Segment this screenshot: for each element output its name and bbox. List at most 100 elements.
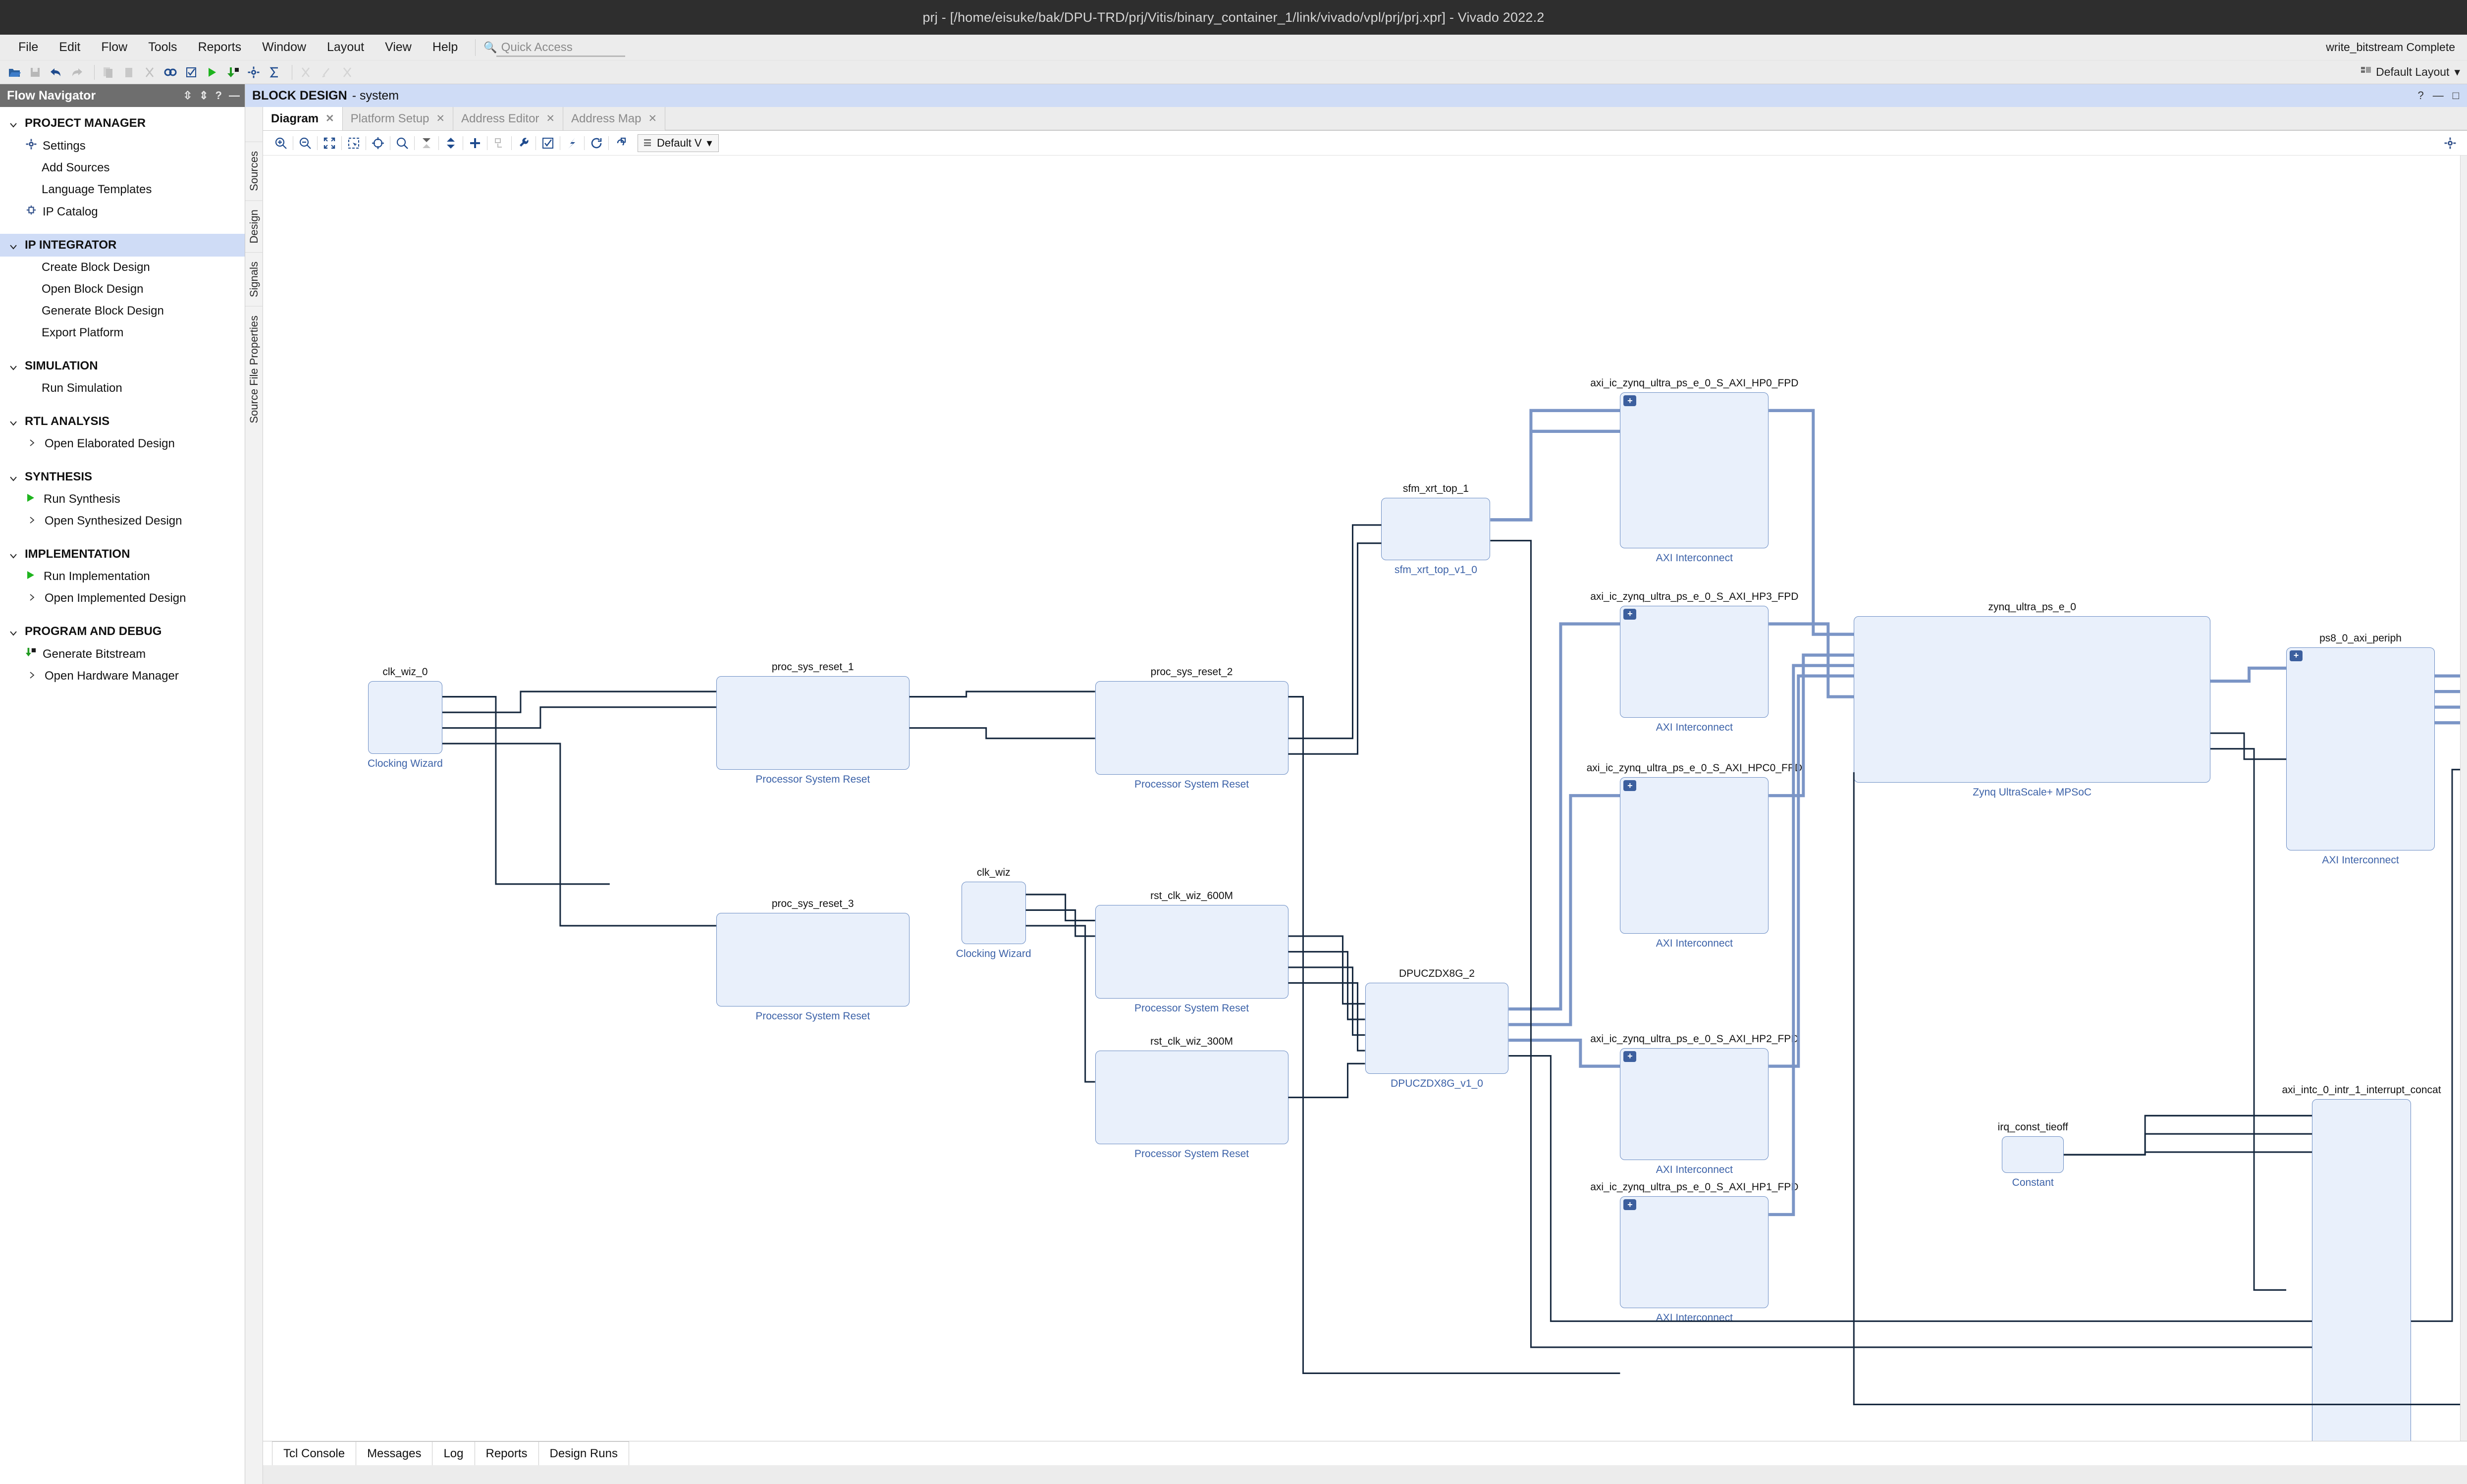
block-body[interactable] (1381, 498, 1490, 560)
block-body[interactable] (1854, 616, 2210, 783)
zoom-in-icon[interactable] (272, 134, 290, 152)
block-intr_concat[interactable]: axi_intc_0_intr_1_interrupt_concatConcat (2312, 1099, 2411, 1441)
collapse-all-icon[interactable] (418, 134, 435, 152)
generate-bitstream-icon[interactable] (224, 64, 241, 81)
menu-flow[interactable]: Flow (91, 40, 138, 54)
checkbox-icon[interactable] (183, 64, 200, 81)
validate-design-icon[interactable] (539, 134, 557, 152)
menu-window[interactable]: Window (252, 40, 317, 54)
sidebar-item-generate-block-design[interactable]: Generate Block Design (0, 300, 245, 322)
block-rst_clk_wiz_300M[interactable]: rst_clk_wiz_300MProcessor System Reset (1095, 1051, 1288, 1144)
close-icon[interactable]: ✕ (546, 112, 555, 125)
search-icon[interactable] (393, 134, 411, 152)
minimize-icon[interactable]: — (2433, 89, 2444, 102)
block-body[interactable] (716, 676, 910, 770)
flownav-group-ip-integrator[interactable]: IP INTEGRATOR (0, 234, 245, 257)
close-icon[interactable]: ✕ (648, 112, 657, 125)
block-axi_ic_hp0[interactable]: axi_ic_zynq_ultra_ps_e_0_S_AXI_HP0_FPDAX… (1620, 392, 1769, 548)
copy-icon[interactable] (100, 64, 116, 81)
run-icon[interactable] (204, 64, 220, 81)
sidebar-item-export-platform[interactable]: Export Platform (0, 322, 245, 344)
block-irq_const_tieoff[interactable]: irq_const_tieoffConstant (2002, 1136, 2064, 1173)
block-zynq_ultra_ps_e_0[interactable]: zynq_ultra_ps_e_0Zynq UltraScale+ MPSoC (1854, 616, 2210, 783)
block-body[interactable] (1095, 1051, 1288, 1144)
sidebar-item-ip-catalog[interactable]: IP Catalog (0, 201, 245, 223)
block-axi_ic_hp3[interactable]: axi_ic_zynq_ultra_ps_e_0_S_AXI_HP3_FPDAX… (1620, 606, 1769, 718)
block-body[interactable] (1620, 392, 1769, 548)
block-body[interactable] (2286, 647, 2435, 850)
block-proc_sys_reset_1[interactable]: proc_sys_reset_1Processor System Reset (716, 676, 910, 770)
view-selector[interactable]: Default V ▾ (638, 134, 719, 152)
gear-icon[interactable] (245, 64, 262, 81)
block-design-canvas[interactable]: resetnclk_in1clk_out1clk_out2clk_out3loc… (263, 156, 2467, 1441)
zoom-fit-icon[interactable] (321, 134, 338, 152)
canvas-scrollbar[interactable] (2460, 156, 2467, 1441)
expand-all-interfaces-icon[interactable]: + (1623, 1051, 1636, 1062)
sigma-icon[interactable] (266, 64, 283, 81)
vtab-sources[interactable]: Sources (245, 142, 263, 200)
flownav-group-implementation[interactable]: IMPLEMENTATION (0, 543, 245, 566)
save-icon[interactable] (27, 64, 44, 81)
block-clk_wiz_0[interactable]: clk_wiz_0Clocking Wizard (368, 681, 442, 754)
collapse-all-icon[interactable]: ⇳ (183, 89, 192, 102)
expand-all-icon[interactable]: ⇕ (199, 89, 208, 102)
minimize-icon[interactable]: — (229, 89, 240, 102)
block-body[interactable] (2312, 1099, 2411, 1441)
zoom-area-icon[interactable] (345, 134, 363, 152)
sidebar-item-open-implemented-design[interactable]: Open Implemented Design (0, 587, 245, 609)
sidebar-item-open-hardware-manager[interactable]: Open Hardware Manager (0, 665, 245, 687)
sidebar-item-generate-bitstream[interactable]: Generate Bitstream (0, 643, 245, 665)
block-body[interactable] (1620, 606, 1769, 718)
reset-layout-icon[interactable] (612, 134, 630, 152)
sidebar-item-add-sources[interactable]: Add Sources (0, 157, 245, 179)
layout-selector[interactable]: Default Layout ▾ (2361, 65, 2460, 79)
bottom-tab-design-runs[interactable]: Design Runs (538, 1441, 629, 1465)
bottom-tab-reports[interactable]: Reports (475, 1441, 539, 1465)
expand-all-interfaces-icon[interactable]: + (1623, 395, 1636, 406)
sidebar-item-open-synthesized-design[interactable]: Open Synthesized Design (0, 510, 245, 532)
help-icon[interactable]: ? (215, 89, 222, 102)
refresh-icon[interactable] (588, 134, 605, 152)
maximize-icon[interactable]: □ (2453, 89, 2459, 102)
add-ip-icon[interactable] (466, 134, 484, 152)
block-clk_wiz[interactable]: clk_wizClocking Wizard (962, 882, 1026, 944)
bottom-tab-tcl-console[interactable]: Tcl Console (272, 1441, 356, 1465)
expand-all-interfaces-icon[interactable]: + (1623, 780, 1636, 791)
vtab-design[interactable]: Design (245, 200, 263, 252)
block-axi_ic_hpc0[interactable]: axi_ic_zynq_ultra_ps_e_0_S_AXI_HPC0_FPDA… (1620, 777, 1769, 933)
sidebar-item-run-simulation[interactable]: Run Simulation (0, 377, 245, 399)
block-body[interactable] (716, 913, 910, 1007)
help-icon[interactable]: ? (2417, 89, 2423, 102)
tab-address-editor[interactable]: Address Editor ✕ (453, 107, 563, 130)
bottom-tab-log[interactable]: Log (432, 1441, 475, 1465)
block-DPUCZDX8G_2[interactable]: DPUCZDX8G_2DPUCZDX8G_v1_0 (1365, 983, 1509, 1074)
diagram-settings-icon[interactable] (2441, 134, 2459, 152)
flownav-group-rtl-analysis[interactable]: RTL ANALYSIS (0, 410, 245, 433)
sidebar-item-language-templates[interactable]: Language Templates (0, 179, 245, 201)
block-body[interactable] (1095, 681, 1288, 775)
block-proc_sys_reset_2[interactable]: proc_sys_reset_2Processor System Reset (1095, 681, 1288, 775)
close-icon[interactable]: ✕ (436, 112, 445, 125)
sidebar-item-create-block-design[interactable]: Create Block Design (0, 257, 245, 278)
flownav-group-project-manager[interactable]: PROJECT MANAGER (0, 112, 245, 135)
zoom-out-icon[interactable] (296, 134, 314, 152)
tab-diagram[interactable]: Diagram ✕ (263, 107, 343, 130)
zoom-fit-selection-icon[interactable] (369, 134, 387, 152)
block-axi_ic_hp1[interactable]: axi_ic_zynq_ultra_ps_e_0_S_AXI_HP1_FPDAX… (1620, 1196, 1769, 1308)
menu-help[interactable]: Help (422, 40, 468, 54)
paste-icon[interactable] (120, 64, 137, 81)
menu-reports[interactable]: Reports (188, 40, 252, 54)
block-rst_clk_wiz_600M[interactable]: rst_clk_wiz_600MProcessor System Reset (1095, 905, 1288, 999)
vtab-signals[interactable]: Signals (245, 252, 263, 306)
optimize-routing-icon[interactable] (563, 134, 581, 152)
quick-access[interactable]: 🔍 Quick Access (480, 41, 572, 54)
wrench-icon[interactable] (515, 134, 533, 152)
menu-tools[interactable]: Tools (138, 40, 187, 54)
block-body[interactable] (1620, 1048, 1769, 1160)
expand-all-interfaces-icon[interactable]: + (1623, 609, 1636, 620)
sidebar-item-open-block-design[interactable]: Open Block Design (0, 278, 245, 300)
bottom-tab-messages[interactable]: Messages (356, 1441, 432, 1465)
expand-all-interfaces-icon[interactable]: + (2290, 650, 2303, 661)
expand-all-interfaces-icon[interactable]: + (1623, 1199, 1636, 1210)
flownav-group-synthesis[interactable]: SYNTHESIS (0, 466, 245, 488)
